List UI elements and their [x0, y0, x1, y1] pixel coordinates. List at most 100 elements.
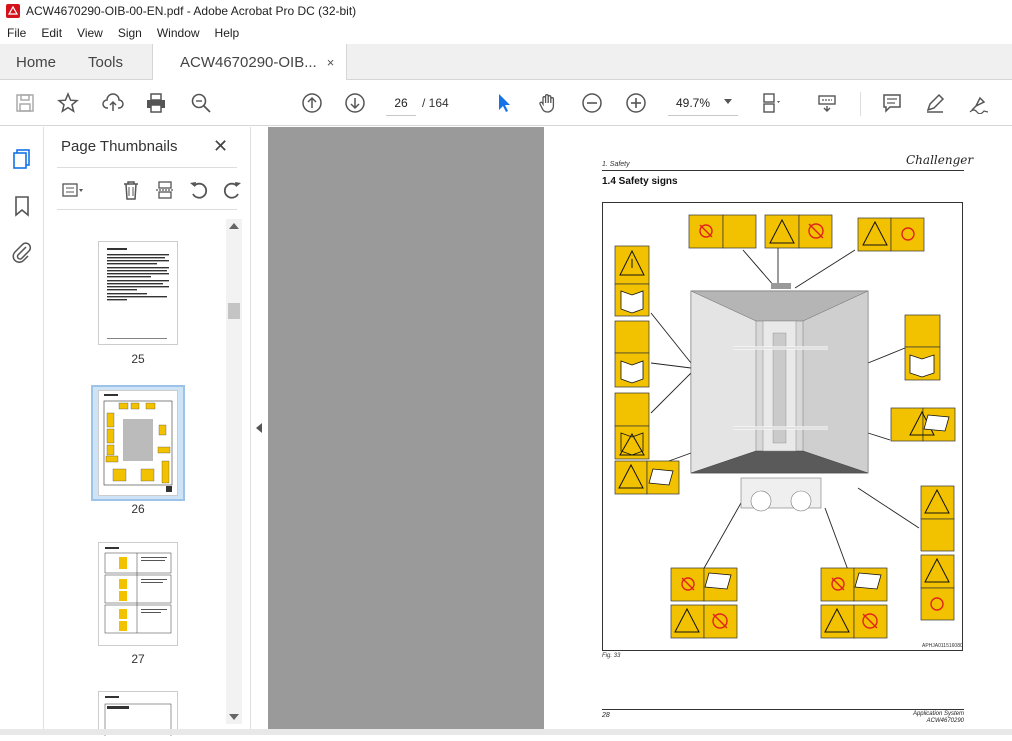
next-page-button[interactable] [342, 90, 368, 116]
tab-bar: Home Tools ACW4670290-OIB... × [0, 44, 1012, 81]
plus-circle-icon [626, 93, 646, 113]
footer-line-2: ACW4670290 [926, 718, 964, 724]
print-button[interactable] [143, 90, 169, 116]
footer-line-1: Application System [912, 711, 964, 717]
tab-document-label: ACW4670290-OIB... [180, 54, 317, 71]
zoom-out-button[interactable] [579, 90, 605, 116]
page-number-input[interactable]: 26 [386, 90, 416, 116]
highlight-button[interactable] [922, 90, 948, 116]
panel-close-icon[interactable]: ✕ [213, 136, 228, 157]
collapse-panel-icon[interactable] [256, 423, 262, 433]
panel-title: Page Thumbnails [61, 138, 178, 155]
pen-icon [926, 93, 945, 113]
chevron-down-icon [724, 99, 732, 104]
brand-logo: Challenger [906, 153, 974, 167]
tab-document[interactable]: ACW4670290-OIB... × [152, 44, 348, 81]
acrobat-app-icon [6, 4, 20, 18]
search-button[interactable] [188, 90, 214, 116]
left-navigation-rail [0, 127, 44, 735]
cloud-upload-icon [102, 93, 124, 111]
thumbnail-page-27[interactable] [98, 542, 178, 646]
main-toolbar: 26 / 164 49.7% [0, 80, 1012, 126]
panel-divider [57, 167, 237, 168]
scrollbar-thumb[interactable] [228, 303, 240, 319]
printer-icon [147, 93, 165, 113]
menu-help[interactable]: Help [208, 26, 248, 40]
page-count: / 164 [422, 96, 449, 110]
menu-sign[interactable]: Sign [111, 26, 150, 40]
select-tool-button[interactable] [491, 90, 517, 116]
comment-icon [883, 94, 901, 113]
scroll-down-icon[interactable] [229, 714, 239, 720]
page-thumbnails-icon[interactable] [11, 148, 33, 170]
previous-page-button[interactable] [299, 90, 325, 116]
thumbnail-label: 25 [131, 352, 145, 366]
star-icon [57, 92, 79, 113]
tab-home[interactable]: Home [16, 44, 56, 80]
arrow-down-circle-icon [345, 93, 365, 113]
rotate-left-icon[interactable] [188, 179, 210, 201]
menu-edit[interactable]: Edit [34, 26, 70, 40]
upload-button[interactable] [100, 90, 126, 116]
zoom-search-icon [191, 93, 211, 113]
safety-signs-figure [602, 202, 963, 651]
figure-caption: Fig. 33 [602, 653, 621, 659]
window-title: ACW4670290-OIB-00-EN.pdf - Adobe Acrobat… [26, 4, 357, 18]
minus-circle-icon [582, 93, 602, 113]
bookmarks-icon[interactable] [11, 195, 33, 217]
thumbnail-tools [57, 179, 247, 201]
rotate-right-icon[interactable] [221, 179, 243, 201]
zoom-level-select[interactable]: 49.7% [668, 90, 738, 116]
thumbnail-page-26[interactable] [98, 390, 178, 496]
options-menu-icon[interactable] [61, 179, 83, 201]
menu-file[interactable]: File [0, 26, 34, 40]
footer-rule [602, 709, 964, 710]
footer-doc-info: Application System ACW4670290 [874, 711, 964, 725]
thumbnail-page-25[interactable] [98, 241, 178, 345]
scroll-up-icon[interactable] [229, 223, 239, 229]
thumbnail-26-preview [103, 394, 173, 492]
page-thumbnails-panel: Page Thumbnails ✕ 25 26 27 [45, 127, 250, 739]
scroll-mode-icon [818, 95, 836, 112]
comment-button[interactable] [879, 90, 905, 116]
thumbnail-label: 27 [131, 652, 145, 666]
tab-close-icon[interactable]: × [327, 55, 335, 70]
sign-button[interactable] [966, 90, 992, 116]
attachments-icon[interactable] [11, 241, 33, 263]
menu-view[interactable]: View [70, 26, 111, 40]
keyboard-scroll-button[interactable] [814, 90, 840, 116]
horizontal-scrollbar[interactable] [0, 729, 1012, 735]
zoom-level-value: 49.7% [676, 95, 711, 110]
header-rule [602, 170, 964, 171]
signature-pen-icon [969, 96, 989, 114]
extract-page-icon[interactable] [154, 179, 176, 201]
title-bar: ACW4670290-OIB-00-EN.pdf - Adobe Acrobat… [0, 0, 1012, 22]
thumbnail-27-preview [104, 547, 172, 634]
footer-page-number: 28 [602, 712, 610, 719]
document-viewport[interactable]: 1. Safety Challenger 1.4 Safety signs AP… [268, 127, 1012, 735]
arrow-up-circle-icon [302, 93, 322, 113]
save-icon [16, 94, 34, 112]
toolbar-divider [860, 92, 861, 116]
pdf-page: 1. Safety Challenger 1.4 Safety signs AP… [544, 127, 1012, 735]
panel-divider [57, 209, 237, 210]
trash-icon[interactable] [120, 179, 142, 201]
menu-bar: File Edit View Sign Window Help [0, 22, 1012, 44]
panel-splitter[interactable] [250, 127, 268, 735]
zoom-in-button[interactable] [623, 90, 649, 116]
page-display-button[interactable] [758, 90, 784, 116]
thumbnail-label: 26 [131, 502, 145, 516]
menu-window[interactable]: Window [150, 26, 208, 40]
tab-tools[interactable]: Tools [88, 44, 123, 80]
machine-hopper [690, 283, 869, 512]
thumbnail-scrollbar[interactable] [226, 219, 242, 724]
hand-tool-button[interactable] [535, 90, 561, 116]
save-button[interactable] [12, 90, 38, 116]
page-header-section: 1. Safety [602, 161, 630, 168]
section-heading: 1.4 Safety signs [602, 176, 678, 187]
safety-signs-illustration [614, 214, 956, 639]
figure-code: APHJA011516080 [922, 643, 963, 649]
bookmark-star-button[interactable] [55, 90, 81, 116]
page-fit-icon [763, 93, 780, 113]
cursor-arrow-icon [499, 94, 510, 112]
